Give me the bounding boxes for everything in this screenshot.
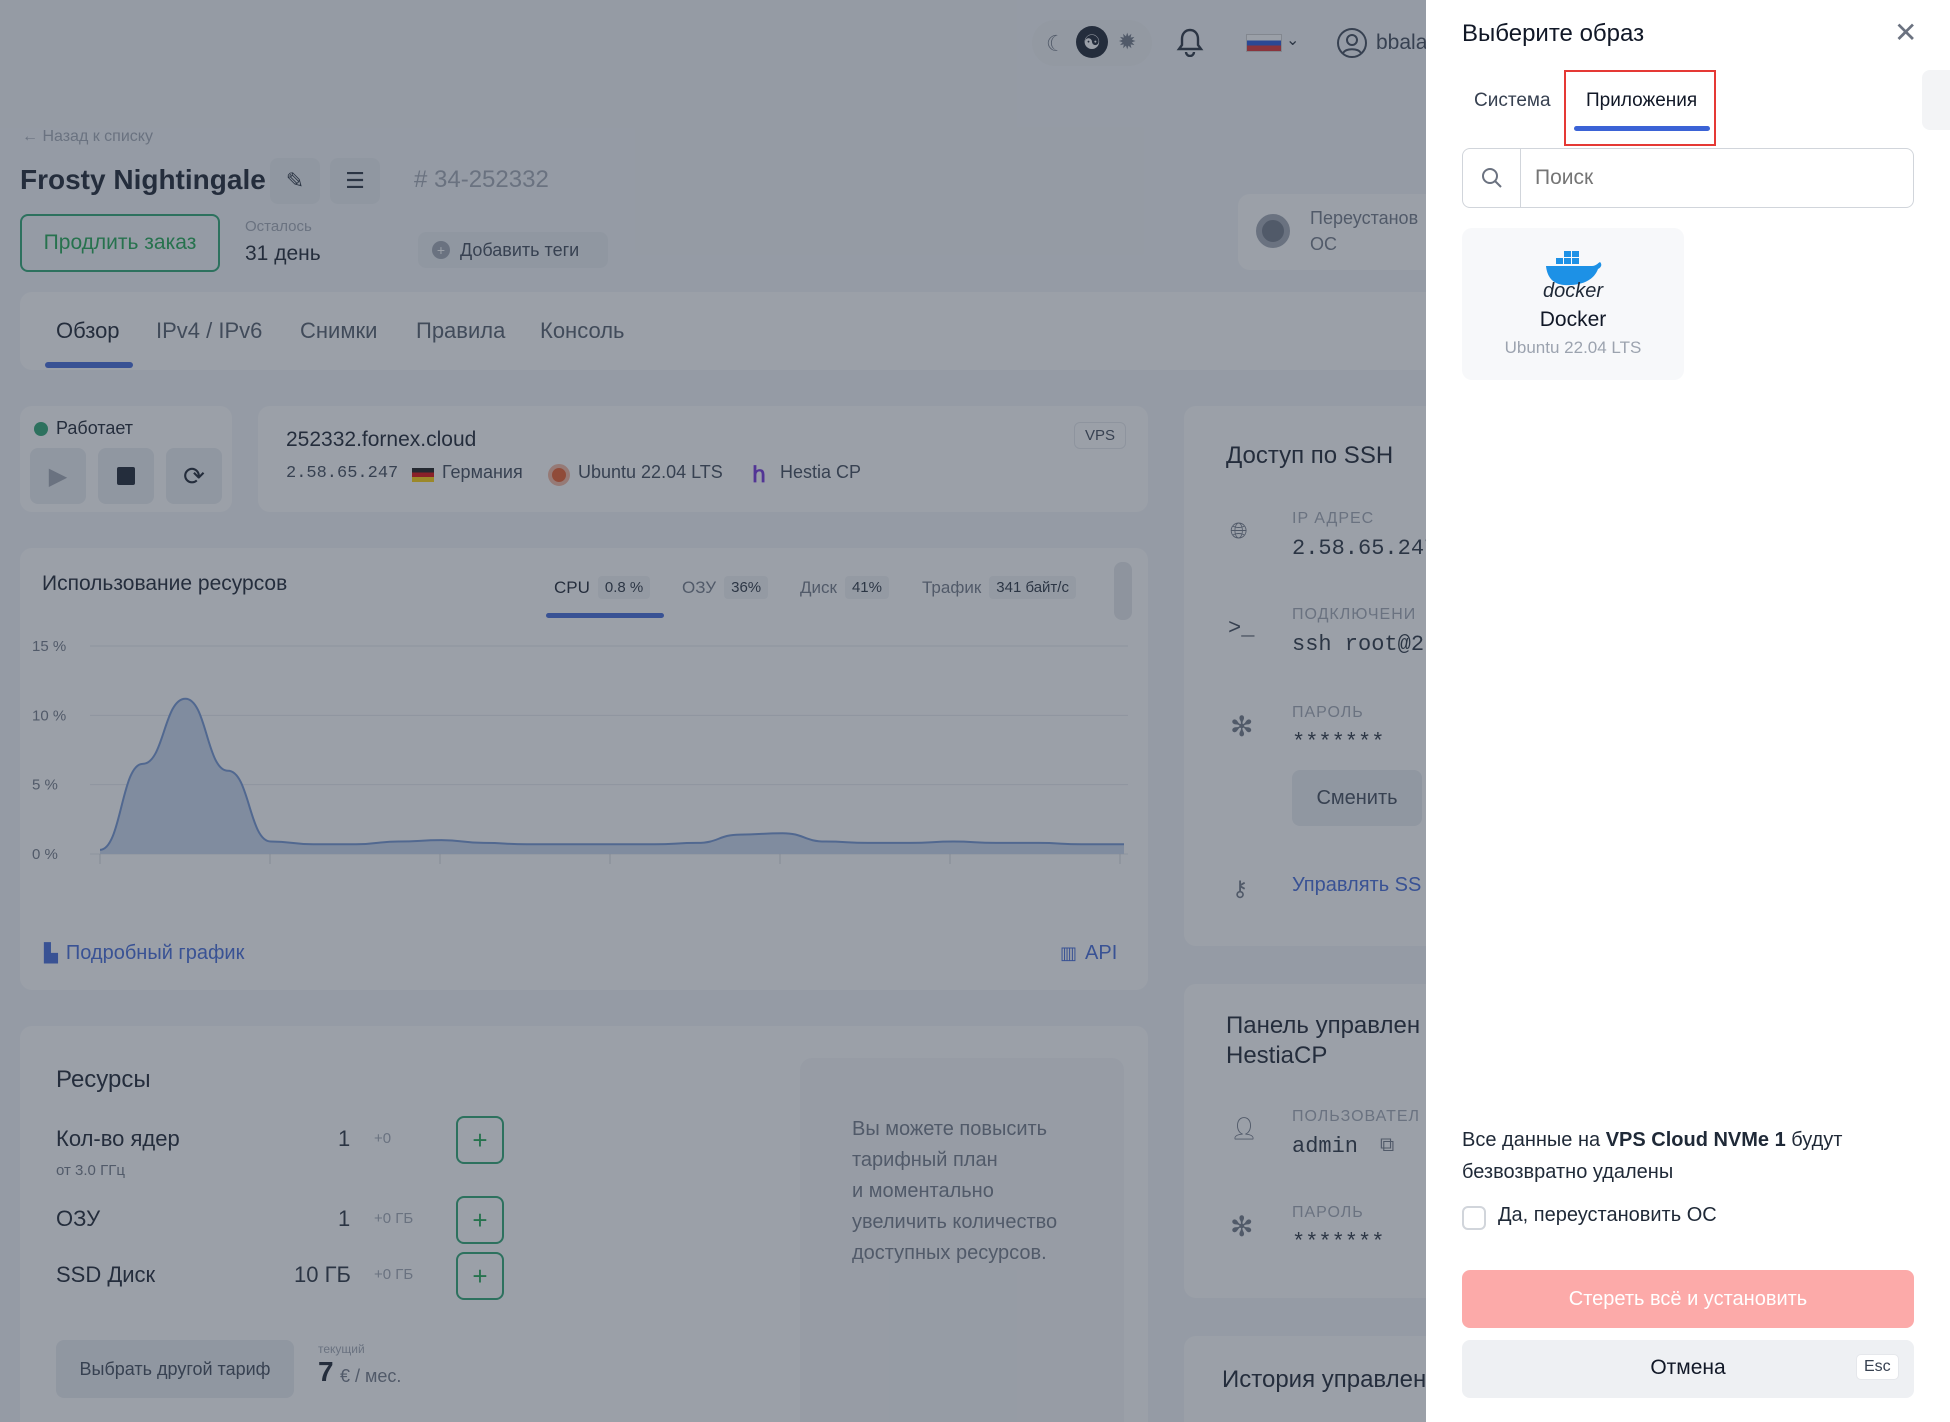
warning-line-2: безвозвратно удалены bbox=[1462, 1161, 1674, 1183]
warning-prefix: Все данные на bbox=[1462, 1129, 1606, 1151]
select-image-drawer: Выберите образ ✕ Система Приложения dock… bbox=[1426, 0, 1950, 1422]
drawer-scroll-handle[interactable] bbox=[1922, 70, 1950, 130]
docker-logo-text: docker bbox=[1542, 280, 1604, 302]
warning-plan: VPS Cloud NVMe 1 bbox=[1605, 1129, 1786, 1151]
warning-suffix: будут bbox=[1785, 1129, 1843, 1151]
modal-backdrop[interactable] bbox=[0, 0, 1426, 1422]
image-docker[interactable]: docker Docker Ubuntu 22.04 LTS bbox=[1462, 228, 1684, 380]
tab-apps-indicator bbox=[1574, 126, 1710, 131]
cancel-label: Отмена bbox=[1650, 1356, 1726, 1379]
esc-key-hint: Esc bbox=[1856, 1354, 1899, 1380]
erase-install-button[interactable]: Стереть всё и установить bbox=[1462, 1270, 1914, 1328]
search-box[interactable] bbox=[1462, 148, 1914, 208]
tab-system[interactable]: Система bbox=[1474, 90, 1551, 112]
confirm-checkbox[interactable] bbox=[1462, 1206, 1486, 1230]
tab-apps[interactable]: Приложения bbox=[1586, 90, 1697, 112]
search-icon bbox=[1463, 149, 1521, 207]
close-icon[interactable]: ✕ bbox=[1894, 16, 1917, 49]
drawer-title: Выберите образ bbox=[1462, 20, 1645, 47]
warning-text: Все данные на VPS Cloud NVMe 1 будут без… bbox=[1462, 1124, 1922, 1188]
confirm-label[interactable]: Да, переустановить ОС bbox=[1498, 1204, 1717, 1227]
image-os: Ubuntu 22.04 LTS bbox=[1504, 338, 1642, 357]
search-input[interactable] bbox=[1535, 161, 1895, 195]
image-name: Docker bbox=[1539, 308, 1607, 331]
cancel-button[interactable]: Отмена Esc bbox=[1462, 1340, 1914, 1398]
